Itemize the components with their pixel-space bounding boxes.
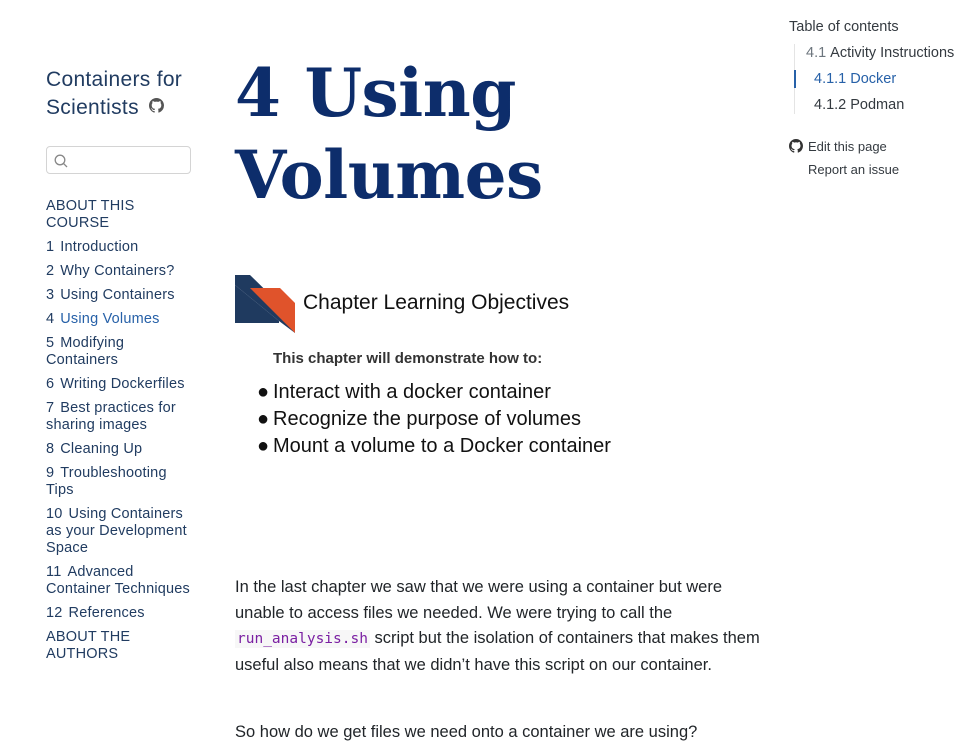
chapter-number: 4 <box>235 54 281 132</box>
sidebar-item-num: 2 <box>46 263 55 279</box>
sidebar-item-num: 7 <box>46 400 55 416</box>
bullet-icon: ● <box>257 435 270 457</box>
objective-item: ● Interact with a docker container <box>257 379 611 406</box>
toc-list: 4.1 Activity Instructions 4.1.1 Docker 4.1… <box>794 44 977 114</box>
objective-text: Recognize the purpose of volumes <box>273 408 581 430</box>
sidebar-item-num: 11 <box>46 564 62 580</box>
sidebar-item-references[interactable]: 12 References <box>46 605 196 622</box>
sidebar-item-label: Using Containers as your Development Spa… <box>46 506 187 556</box>
objectives-list: ● Interact with a docker container ● Recog… <box>257 379 611 460</box>
sidebar-item-label: Best practices for sharing images <box>46 400 176 433</box>
sidebar-item-best-practices[interactable]: 7 Best practices for sharing images <box>46 400 196 434</box>
question-paragraph: So how do we get files we need onto a co… <box>235 723 698 741</box>
table-of-contents: Table of contents 4.1 Activity Instructio… <box>789 18 977 180</box>
sidebar-item-using-containers[interactable]: 3 Using Containers <box>46 287 196 304</box>
site-title[interactable]: Containers for Scientists <box>46 66 196 121</box>
sidebar-item-advanced-techniques[interactable]: 11 Advanced Container Techniques <box>46 564 196 598</box>
sidebar-item-label: Why Containers? <box>60 263 175 279</box>
toc-actions: Edit this page Report an issue <box>789 136 977 180</box>
intro-paragraph: In the last chapter we saw that we were … <box>235 575 760 678</box>
objectives-heading: Chapter Learning Objectives <box>303 291 570 314</box>
sidebar-item-label: References <box>68 605 145 621</box>
page: Containers for Scientists ABOUT THIS COU… <box>0 0 977 744</box>
objectives-logo-icon <box>235 275 295 333</box>
sidebar-item-label: Modifying Containers <box>46 335 125 368</box>
sidebar-item-development-space[interactable]: 10 Using Containers as your Development S… <box>46 506 196 557</box>
toc-item-activity-instructions[interactable]: 4.1 Activity Instructions <box>795 44 977 62</box>
sidebar-item-label: Using Volumes <box>60 311 160 327</box>
sidebar-item-introduction[interactable]: 1 Introduction <box>46 239 196 256</box>
toc-item-label: Podman <box>850 97 905 113</box>
search-icon <box>54 154 68 173</box>
bullet-icon: ● <box>257 408 270 430</box>
edit-page-link[interactable]: Edit this page <box>789 136 977 159</box>
sidebar-item-num: 9 <box>46 465 55 481</box>
report-issue-link[interactable]: Report an issue <box>789 159 977 180</box>
search-input[interactable] <box>73 150 187 172</box>
toc-item-label: Docker <box>850 71 897 87</box>
sidebar-item-modifying-containers[interactable]: 5 Modifying Containers <box>46 335 196 369</box>
github-icon <box>789 138 808 159</box>
sidebar-item-num: 3 <box>46 287 55 303</box>
toc-item-num: 4.1.1 <box>814 71 847 87</box>
page-title: 4 Using Volumes <box>235 52 755 216</box>
sidebar-item-troubleshooting[interactable]: 9 Troubleshooting Tips <box>46 465 196 499</box>
github-icon[interactable] <box>149 93 165 120</box>
sidebar-item-num: 5 <box>46 335 55 351</box>
inline-code-run-analysis: run_analysis.sh <box>235 630 370 648</box>
sidebar-item-cleaning-up[interactable]: 8 Cleaning Up <box>46 441 196 458</box>
toc-item-num: 4.1.2 <box>814 97 847 113</box>
sidebar-item-using-volumes[interactable]: 4 Using Volumes <box>46 311 196 328</box>
sidebar-item-label: Advanced Container Techniques <box>46 564 190 597</box>
chapter-title-line1: Using <box>304 54 516 132</box>
sidebar-item-num: 4 <box>46 311 55 327</box>
objective-text: Mount a volume to a Docker container <box>273 435 611 457</box>
site-title-line2[interactable]: Scientists <box>46 96 139 119</box>
sidebar: Containers for Scientists ABOUT THIS COU… <box>46 66 196 662</box>
sidebar-nav: ABOUT THIS COURSE 1 Introduction 2 Why Con… <box>46 198 196 663</box>
sidebar-section-about-authors[interactable]: ABOUT THE AUTHORS <box>46 629 196 663</box>
sidebar-item-writing-dockerfiles[interactable]: 6 Writing Dockerfiles <box>46 376 196 393</box>
search-box[interactable] <box>46 146 191 174</box>
sidebar-item-label: Using Containers <box>60 287 175 303</box>
sidebar-item-num: 12 <box>46 605 63 621</box>
sidebar-item-num: 1 <box>46 239 55 255</box>
sidebar-item-label: Troubleshooting Tips <box>46 465 167 498</box>
toc-item-label: Activity Instructions <box>830 45 955 61</box>
sidebar-item-num: 10 <box>46 506 63 522</box>
objective-item: ● Mount a volume to a Docker container <box>257 433 611 460</box>
objective-text: Interact with a docker container <box>273 381 551 403</box>
sidebar-item-label: Introduction <box>60 239 139 255</box>
objective-item: ● Recognize the purpose of volumes <box>257 406 611 433</box>
edit-page-label: Edit this page <box>808 139 887 154</box>
site-title-line1[interactable]: Containers for <box>46 68 182 91</box>
sidebar-item-why-containers[interactable]: 2 Why Containers? <box>46 263 196 280</box>
sidebar-item-num: 8 <box>46 441 55 457</box>
toc-item-docker[interactable]: 4.1.1 Docker <box>794 70 977 88</box>
toc-item-num: 4.1 <box>806 45 827 61</box>
intro-text-before: In the last chapter we saw that we were … <box>235 578 723 622</box>
toc-title: Table of contents <box>789 19 899 35</box>
bullet-icon: ● <box>257 381 270 403</box>
sidebar-item-label: Writing Dockerfiles <box>60 376 185 392</box>
objectives-subheading: This chapter will demonstrate how to: <box>273 350 543 367</box>
toc-item-podman[interactable]: 4.1.2 Podman <box>795 96 977 114</box>
sidebar-item-num: 6 <box>46 376 55 392</box>
sidebar-section-about-course[interactable]: ABOUT THIS COURSE <box>46 198 196 232</box>
sidebar-item-label: Cleaning Up <box>60 441 143 457</box>
chapter-title-line2: Volumes <box>235 136 543 214</box>
